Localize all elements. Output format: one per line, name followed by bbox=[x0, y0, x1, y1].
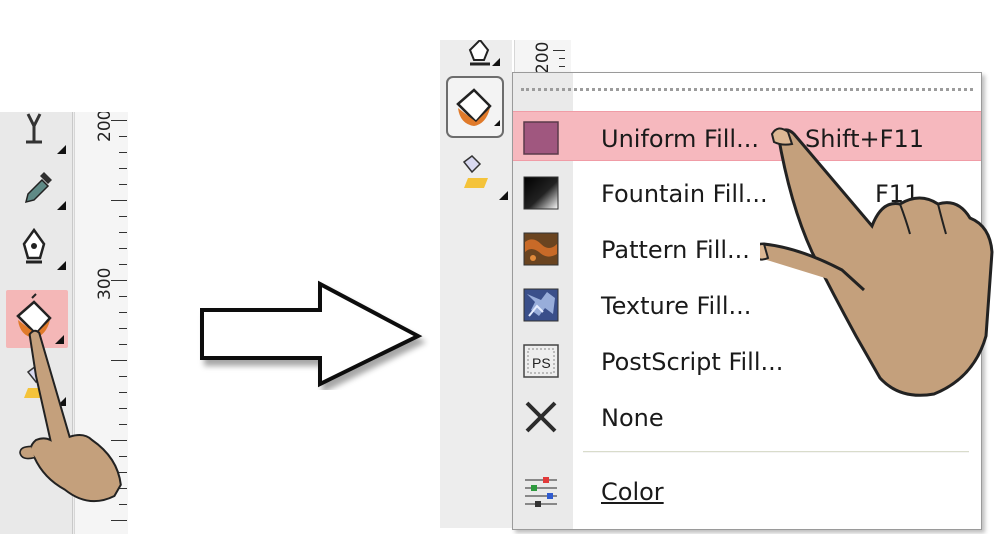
ruler-label-200: 200 bbox=[95, 112, 115, 142]
paint-bucket-icon bbox=[456, 88, 500, 126]
pointing-hand-icon bbox=[19, 329, 122, 503]
fill-tool-button[interactable] bbox=[446, 76, 504, 138]
pen-nib-icon bbox=[468, 40, 500, 66]
menu-item-label: None bbox=[601, 404, 664, 432]
ruler-tick bbox=[119, 136, 127, 137]
postscript-icon-text: PS bbox=[532, 355, 551, 371]
ruler-tick bbox=[119, 248, 127, 249]
ruler-tick bbox=[119, 312, 127, 313]
pointing-hands-icon bbox=[760, 127, 994, 397]
toolbox bbox=[440, 40, 512, 528]
flyout-indicator-icon bbox=[57, 201, 66, 210]
ruler-tick bbox=[119, 152, 127, 153]
outline-pen-tool[interactable] bbox=[14, 222, 66, 274]
ruler-label-200: 200 bbox=[533, 41, 553, 74]
eyedropper-tool[interactable] bbox=[14, 162, 66, 214]
flyout-indicator-icon bbox=[499, 191, 508, 200]
ruler-tick bbox=[119, 296, 127, 297]
menu-item-label: Color bbox=[601, 478, 664, 506]
ruler-tick bbox=[111, 520, 127, 521]
texture-fill-icon bbox=[523, 288, 559, 322]
pattern-fill-icon bbox=[523, 232, 559, 266]
menu-item-color[interactable]: Color bbox=[513, 465, 981, 515]
right-arrow-icon bbox=[200, 280, 423, 388]
interactive-fill-tool[interactable] bbox=[456, 152, 508, 204]
postscript-fill-icon: PS bbox=[523, 344, 559, 378]
fountain-fill-icon bbox=[523, 176, 559, 210]
ruler-tick bbox=[119, 232, 127, 233]
tear-off-grip[interactable] bbox=[521, 88, 973, 91]
menu-separator bbox=[583, 451, 969, 453]
flyout-indicator-icon bbox=[57, 261, 66, 270]
menu-item-label: Fountain Fill... bbox=[601, 180, 768, 208]
connector-tool[interactable] bbox=[14, 112, 66, 158]
menu-item-label: Uniform Fill... bbox=[601, 125, 759, 153]
left-toolbox-panel: 200 300 bbox=[0, 112, 128, 534]
color-docker-icon bbox=[525, 477, 557, 507]
menu-item-label: Texture Fill... bbox=[601, 292, 752, 320]
flyout-indicator-icon bbox=[57, 145, 66, 154]
vertical-ruler: 200 bbox=[514, 40, 571, 76]
uniform-fill-icon bbox=[523, 121, 559, 155]
ruler-tick bbox=[111, 200, 127, 201]
menu-item-label: PostScript Fill... bbox=[601, 348, 784, 376]
menu-item-label: Pattern Fill... bbox=[601, 236, 750, 264]
ruler-label-300: 300 bbox=[95, 267, 115, 300]
ruler-tick bbox=[119, 216, 127, 217]
ruler-tick bbox=[119, 184, 127, 185]
right-toolbox-panel: 200 Uniform Fill... Shift+F11 Fountain F… bbox=[440, 40, 997, 534]
ruler-tick bbox=[119, 264, 127, 265]
ruler-tick bbox=[119, 168, 127, 169]
none-icon bbox=[525, 401, 557, 433]
